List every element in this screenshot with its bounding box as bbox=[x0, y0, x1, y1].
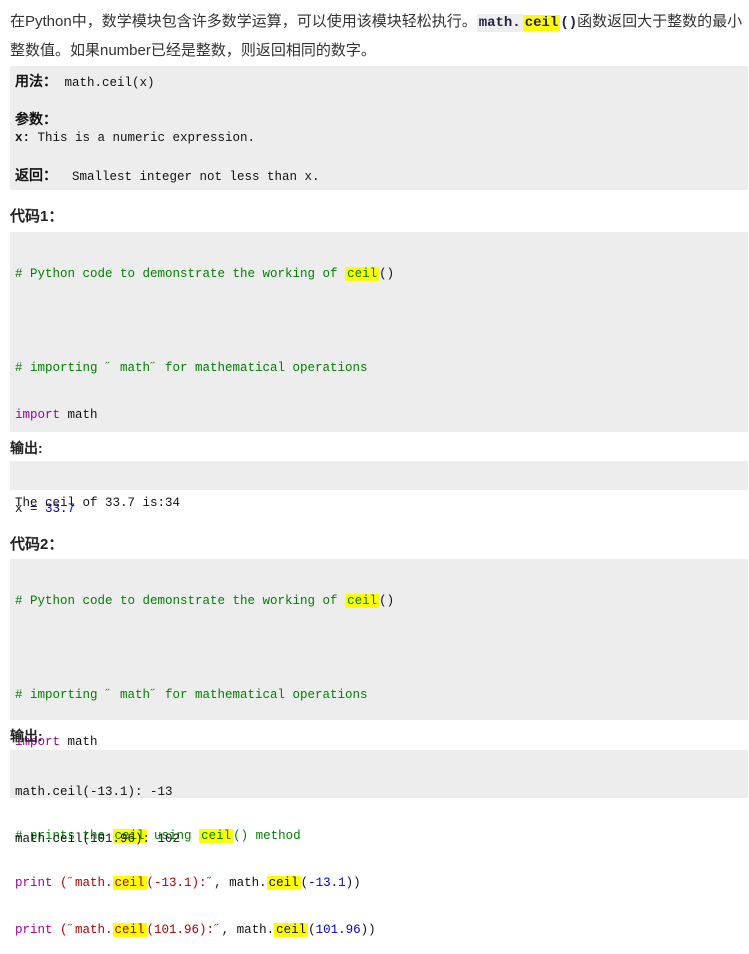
code1-heading: 代码1： bbox=[10, 208, 64, 225]
keyword: print bbox=[15, 923, 53, 937]
code-line: print (˝math. ceil (101.96):˝, math. ceil (1… bbox=[15, 921, 748, 940]
string-literal: (101.96):˝ bbox=[146, 923, 222, 937]
intro-paragraph: 在Python中，数学模块包含许多数学运算，可以使用该模块轻松执行。 math. c… bbox=[10, 8, 746, 65]
code-line: print (˝math. ceil (-13.1):˝, math. ceil (-1… bbox=[15, 874, 748, 893]
string-literal: (-13.1):˝ bbox=[146, 876, 215, 890]
keyword: import bbox=[15, 408, 61, 422]
code-text: )) bbox=[360, 923, 376, 937]
param-desc: This is a numeric expression. bbox=[30, 131, 256, 145]
inline-code-parens: () bbox=[560, 15, 578, 31]
string-literal: (˝math. bbox=[52, 876, 113, 890]
search-highlight: ceil bbox=[345, 594, 380, 608]
returns-label: 返回： bbox=[15, 167, 57, 183]
output-line: math.ceil(-13.1): -13 bbox=[15, 785, 173, 799]
code-text: ( bbox=[308, 923, 316, 937]
code-line: # Python code to demonstrate the working… bbox=[15, 265, 748, 284]
code2-block[interactable]: # Python code to demonstrate the working… bbox=[10, 559, 748, 937]
search-highlight: ceil bbox=[345, 267, 380, 281]
code-text: () bbox=[379, 267, 395, 281]
code1-output-label: 输出: bbox=[10, 440, 43, 456]
code2-output-label: 输出: bbox=[10, 728, 43, 744]
number-literal: 101.96 bbox=[315, 923, 361, 937]
param-name: x: bbox=[15, 131, 31, 145]
intro-text-before: 在Python中，数学模块包含许多数学运算，可以使用该模块轻松执行。 bbox=[10, 13, 477, 30]
number-literal: -13.1 bbox=[308, 876, 346, 890]
search-highlight: ceil bbox=[266, 876, 301, 890]
comment-text: # Python code to demonstrate the working… bbox=[15, 594, 346, 608]
code-text: () bbox=[379, 594, 395, 608]
inline-code-math-ceil: math. ceil() bbox=[476, 14, 578, 32]
string-literal: (˝math. bbox=[52, 923, 113, 937]
code2-output-block[interactable]: math.ceil(-13.1): -13 math.ceil(101.96):… bbox=[10, 750, 748, 846]
returns-value: Smallest integer not less than x. bbox=[72, 170, 320, 184]
inline-code-math: math. bbox=[476, 14, 523, 32]
code-line: # importing ˝ math˝ for mathematical ope… bbox=[15, 361, 368, 375]
returns-row: 返回： Smallest integer not less than x. bbox=[15, 166, 748, 185]
code-text: , math. bbox=[221, 923, 275, 937]
code-text: )) bbox=[345, 876, 361, 890]
code-text: math bbox=[60, 408, 98, 422]
code2-heading: 代码2： bbox=[10, 536, 64, 553]
param-row: x: This is a numeric expression. bbox=[15, 129, 748, 148]
comment-text: # Python code to demonstrate the working… bbox=[15, 267, 346, 281]
output-line: The ceil of 33.7 is:34 bbox=[15, 496, 181, 510]
code-line: import math bbox=[15, 406, 748, 425]
code-line: # Python code to demonstrate the working… bbox=[15, 592, 748, 611]
output-line: math.ceil(101.96): 102 bbox=[15, 832, 181, 846]
signature-box: 用法： math.ceil(x) 参数： x: This is a numeri… bbox=[10, 66, 748, 190]
code-text: , math. bbox=[214, 876, 267, 890]
search-highlight: ceil bbox=[274, 923, 309, 937]
params-label: 参数： bbox=[15, 111, 57, 127]
keyword: print bbox=[15, 876, 53, 890]
code1-output-block[interactable]: The ceil of 33.7 is:34 bbox=[10, 461, 748, 510]
code1-block[interactable]: # Python code to demonstrate the working… bbox=[10, 232, 748, 704]
code-text: ( bbox=[300, 876, 309, 890]
params-label-row: 参数： bbox=[15, 110, 748, 129]
usage-label: 用法： bbox=[15, 73, 57, 89]
code-text: math bbox=[60, 735, 98, 749]
search-highlight: ceil bbox=[112, 876, 147, 890]
usage-value: math.ceil(x) bbox=[64, 76, 155, 90]
search-highlight: ceil bbox=[112, 923, 147, 937]
code-line: # importing ˝ math˝ for mathematical ope… bbox=[15, 688, 368, 702]
search-highlight: ceil bbox=[522, 15, 561, 31]
usage-row: 用法： math.ceil(x) bbox=[15, 71, 748, 92]
